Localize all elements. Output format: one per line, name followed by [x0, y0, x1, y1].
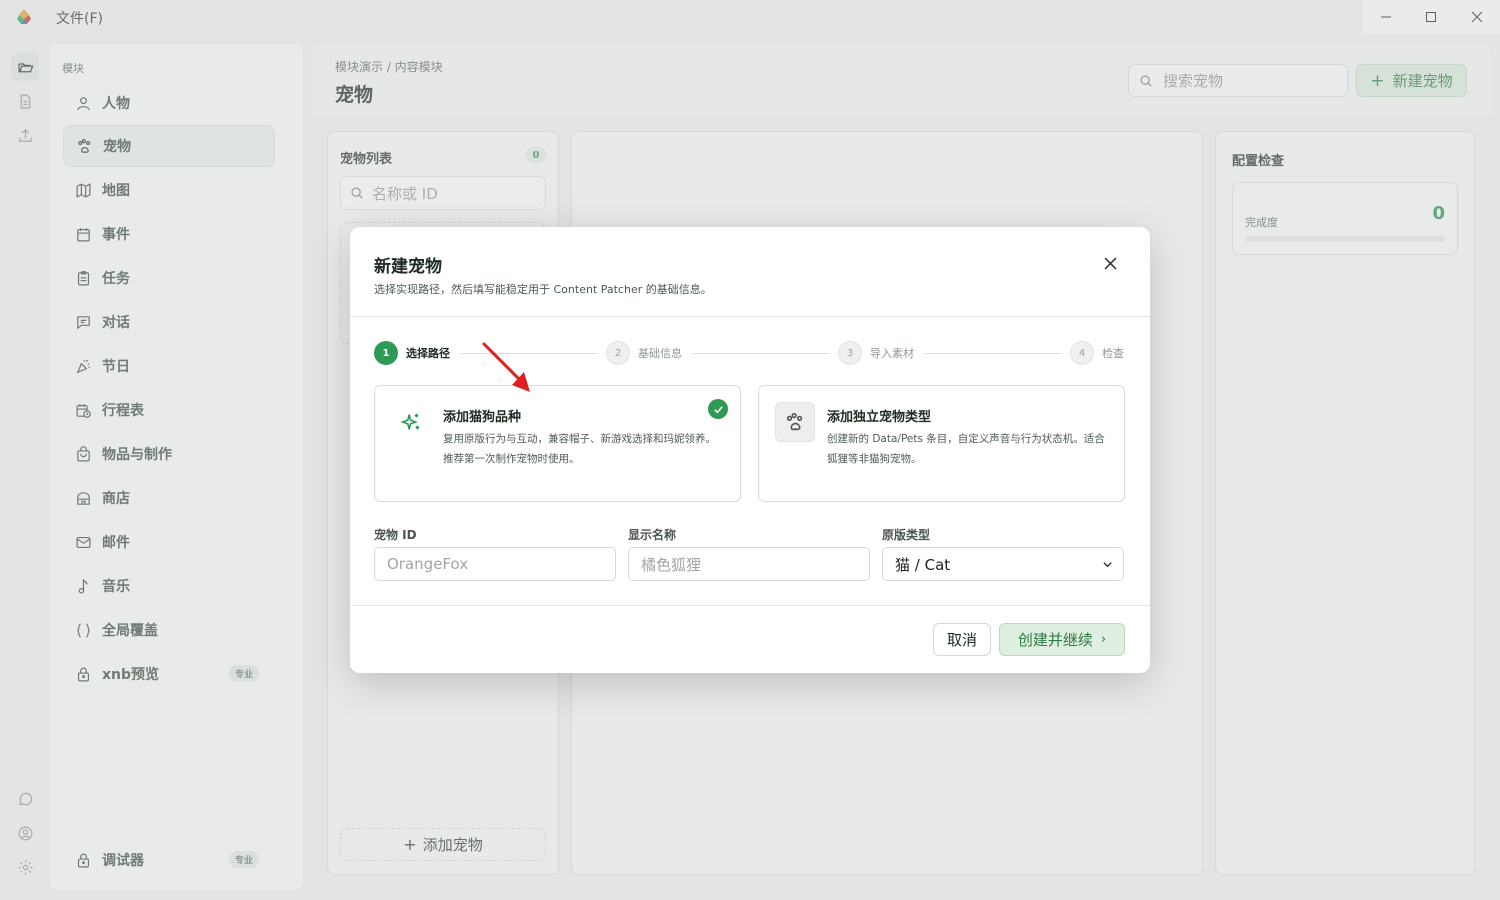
base-type-value: 猫 / Cat [895, 555, 951, 574]
option-description: 复用原版行为与互动，兼容帽子、新游戏选择和玛妮领养。推荐第一次制作宠物时使用。 [443, 433, 716, 465]
chevron-down-icon [1103, 561, 1112, 567]
chevron-right-icon: › [1100, 632, 1107, 647]
display-name-label: 显示名称 [628, 528, 677, 542]
new-pet-dialog: 新建宠物 选择实现路径，然后填写能稳定用于 Content Patcher 的基… [350, 227, 1150, 673]
sparkle-icon [400, 413, 420, 430]
create-continue-label: 创建并继续 [1017, 631, 1093, 649]
display-name-placeholder: 橘色狐狸 [641, 555, 702, 574]
dialog-close-button[interactable] [1100, 253, 1120, 273]
step-number: 3 [838, 341, 862, 365]
annotation-arrow-icon [482, 342, 530, 392]
create-continue-button[interactable]: 创建并继续 › [999, 623, 1125, 656]
pet-id-placeholder: OrangeFox [387, 555, 469, 573]
option-icon-container [775, 402, 815, 442]
paw-icon [786, 412, 803, 431]
selected-check-icon [708, 399, 728, 419]
option-title: 添加独立宠物类型 [827, 410, 932, 425]
display-name-input[interactable]: 橘色狐狸 [628, 547, 870, 581]
dialog-title: 新建宠物 [374, 257, 442, 277]
step-basic-info[interactable]: 2 基础信息 [606, 341, 682, 365]
step-number: 1 [374, 341, 398, 365]
step-number: 4 [1070, 341, 1094, 365]
option-add-cat-dog-breed[interactable]: 添加猫狗品种 复用原版行为与互动，兼容帽子、新游戏选择和玛妮领养。推荐第一次制作… [374, 385, 741, 502]
divider [350, 316, 1150, 317]
step-import-assets[interactable]: 3 导入素材 [838, 341, 914, 365]
step-choose-path[interactable]: 1 选择路径 [374, 341, 450, 365]
option-icon-container [391, 402, 431, 442]
step-connector [924, 353, 1062, 354]
base-type-select[interactable]: 猫 / Cat [882, 547, 1124, 581]
step-review[interactable]: 4 检查 [1070, 341, 1124, 365]
dialog-subtitle: 选择实现路径，然后填写能稳定用于 Content Patcher 的基础信息。 [374, 283, 712, 296]
step-label: 选择路径 [406, 347, 450, 360]
pet-id-label: 宠物 ID [374, 528, 417, 542]
close-icon [1104, 257, 1116, 269]
step-label: 检查 [1102, 347, 1124, 360]
base-type-label: 原版类型 [882, 528, 931, 542]
option-add-standalone-pet-type[interactable]: 添加独立宠物类型 创建新的 Data/Pets 条目，自定义声音与行为状态机。适… [758, 385, 1125, 502]
step-number: 2 [606, 341, 630, 365]
divider [350, 605, 1150, 606]
step-label: 基础信息 [638, 347, 682, 360]
step-connector [692, 353, 830, 354]
pet-id-input[interactable]: OrangeFox [374, 547, 616, 581]
option-title: 添加猫狗品种 [443, 410, 522, 425]
step-label: 导入素材 [870, 347, 914, 360]
check-icon [713, 405, 723, 413]
cancel-button[interactable]: 取消 [933, 623, 991, 656]
option-description: 创建新的 Data/Pets 条目，自定义声音与行为状态机。适合狐狸等非猫狗宠物… [827, 433, 1105, 465]
